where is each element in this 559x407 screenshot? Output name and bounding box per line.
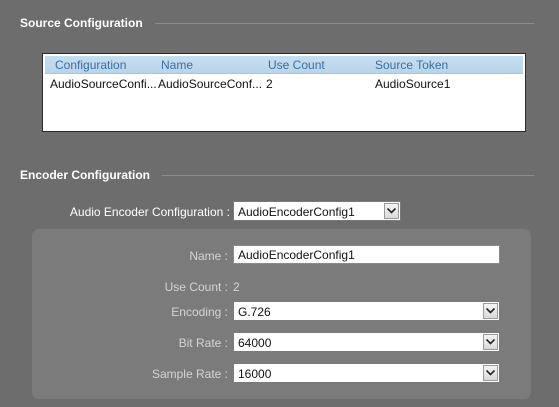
encoding-select[interactable]: G.726	[233, 301, 500, 321]
name-label: Name :	[189, 249, 228, 263]
source-config-table[interactable]: Configuration Name Use Count Source Toke…	[42, 53, 526, 132]
encoding-select-value: G.726	[238, 305, 271, 319]
bitrate-select-value: 64000	[238, 336, 272, 350]
table-row[interactable]: AudioSourceConfi... AudioSourceConf... 2…	[45, 75, 523, 92]
use-count-value: 2	[233, 280, 240, 294]
chevron-down-icon[interactable]	[483, 303, 498, 319]
section-divider	[162, 174, 534, 176]
source-config-title: Source Configuration	[20, 16, 143, 30]
table-header: Configuration Name Use Count Source Toke…	[45, 56, 523, 74]
encoder-config-select[interactable]: AudioEncoderConfig1	[233, 201, 401, 221]
name-field-value: AudioEncoderConfig1	[238, 248, 355, 262]
use-count-label: Use Count :	[164, 280, 228, 294]
column-header-source-token[interactable]: Source Token	[375, 58, 448, 72]
cell-name: AudioSourceConf...	[158, 77, 263, 91]
bitrate-label: Bit Rate :	[178, 336, 228, 350]
section-divider	[154, 22, 534, 24]
column-header-use-count[interactable]: Use Count	[268, 58, 325, 72]
encoder-config-title: Encoder Configuration	[20, 168, 150, 182]
source-config-header: Source Configuration	[20, 14, 534, 32]
cell-source-token: AudioSource1	[375, 77, 451, 91]
encoding-label: Encoding :	[171, 305, 228, 319]
samplerate-select[interactable]: 16000	[233, 363, 500, 383]
encoder-config-select-value: AudioEncoderConfig1	[238, 205, 355, 219]
bitrate-select[interactable]: 64000	[233, 332, 500, 352]
chevron-down-icon[interactable]	[384, 203, 399, 219]
audio-config-window: Source Configuration Configuration Name …	[0, 0, 559, 407]
column-header-configuration[interactable]: Configuration	[55, 58, 126, 72]
samplerate-select-value: 16000	[238, 367, 272, 381]
column-header-name[interactable]: Name	[161, 58, 193, 72]
chevron-down-icon[interactable]	[483, 334, 498, 350]
name-field[interactable]: AudioEncoderConfig1	[233, 245, 500, 264]
encoder-config-header: Encoder Configuration	[20, 166, 534, 184]
samplerate-label: Sample Rate :	[151, 367, 228, 381]
cell-use-count: 2	[266, 77, 273, 91]
encoder-selector-label: Audio Encoder Configuration :	[69, 205, 230, 219]
chevron-down-icon[interactable]	[483, 365, 498, 381]
cell-configuration: AudioSourceConfi...	[50, 77, 156, 91]
